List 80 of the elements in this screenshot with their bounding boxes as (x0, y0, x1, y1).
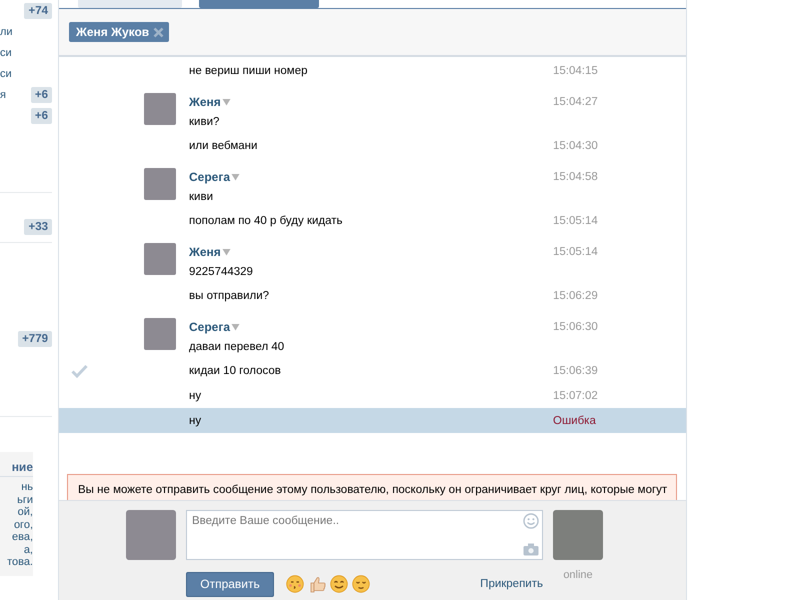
message-row[interactable]: Женя киви? 15:04:27 (59, 83, 686, 133)
error-status: Ошибка (553, 414, 597, 428)
message-row[interactable]: кидаи 10 голосов 15:06:39 (59, 358, 686, 383)
block-text-line: а, (22, 544, 33, 556)
tab[interactable] (199, 0, 319, 8)
avatar-photo[interactable] (553, 510, 603, 560)
kiss-face-icon[interactable] (286, 575, 304, 593)
smiling-face-icon[interactable] (330, 575, 348, 593)
message-time: 15:04:58 (553, 170, 599, 185)
message-row[interactable]: вы отправили? 15:06:29 (59, 283, 686, 308)
avatar-photo[interactable] (144, 93, 176, 125)
message-row[interactable]: Серега киви 15:04:58 (59, 158, 686, 208)
message-time: 15:07:02 (553, 388, 599, 404)
caret-icon (222, 248, 231, 256)
avatar-photo (126, 510, 176, 560)
block-text-line: ева, (10, 531, 33, 544)
thumbs-up-icon[interactable] (308, 575, 326, 593)
counter-badge: +74 (24, 2, 52, 18)
online-status: online (562, 569, 594, 583)
caret-icon (231, 173, 240, 181)
block-text-line: ого, (12, 518, 33, 531)
counter-badge: +33 (24, 218, 52, 234)
message-text: кидаи 10 голосов (189, 364, 282, 378)
message-time: 15:04:15 (553, 64, 599, 78)
menu-link[interactable]: си (0, 68, 12, 80)
message-row[interactable]: не вериш пиши номер 15:04:15 (59, 58, 686, 83)
message-text: киви? (189, 115, 220, 130)
message-row[interactable]: Женя 9225744329 15:05:14 (59, 233, 686, 283)
avatar-photo[interactable] (144, 243, 176, 275)
block-text-line: нь (20, 481, 33, 494)
message-time: 15:05:14 (553, 245, 599, 260)
camera-icon[interactable] (523, 543, 539, 556)
smiley-icon[interactable] (523, 513, 539, 529)
message-text: вы отправили? (189, 288, 270, 304)
message-row[interactable]: или вебмани 15:04:30 (59, 133, 686, 158)
message-time: 15:04:30 (553, 138, 599, 154)
block-title: ние (0, 460, 33, 477)
avatar-photo[interactable] (144, 168, 176, 200)
message-time: 15:06:30 (553, 320, 599, 335)
sender-name[interactable]: Серега (189, 170, 230, 184)
message-text: киви (189, 190, 214, 205)
sender-name[interactable]: Серега (189, 320, 230, 334)
tab[interactable] (78, 0, 182, 8)
close-icon[interactable] (153, 26, 164, 38)
avatar-photo[interactable] (144, 318, 176, 350)
message-row[interactable]: ну 15:07:02 (59, 383, 686, 408)
counter-badge: +6 (30, 86, 52, 102)
message-text: ну (189, 388, 202, 404)
relieved-face-icon[interactable] (352, 575, 370, 593)
message-text: или вебмани (189, 138, 258, 154)
menu-link[interactable]: я (0, 88, 6, 100)
message-text: ну (189, 414, 202, 428)
message-time: 15:06:39 (553, 364, 599, 378)
message-time: 15:05:14 (553, 214, 599, 228)
block-text-line: ьги (16, 494, 33, 506)
recipient-name: Женя Жуков (76, 25, 150, 39)
counter-badge: +779 (18, 330, 52, 346)
message-input[interactable]: Введите Ваше сообщение.. (186, 510, 543, 560)
caret-icon (222, 98, 231, 106)
message-time: 15:04:27 (553, 95, 599, 110)
counter-badge: +6 (30, 108, 52, 124)
message-text: 9225744329 (189, 265, 254, 280)
send-button[interactable]: Отправить (186, 572, 274, 596)
message-row[interactable]: Серега даваи перевел 40 15:06:30 (59, 308, 686, 358)
message-text: не вериш пиши номер (189, 64, 308, 78)
attach-link[interactable]: Прикрепить (480, 578, 543, 590)
block-text-line: това. (6, 556, 33, 568)
message-row[interactable]: ну Ошибка (59, 408, 686, 433)
caret-icon (231, 323, 240, 331)
message-text: пополам по 40 р буду кидать (189, 214, 344, 228)
message-text: даваи перевел 40 (189, 340, 286, 355)
menu-link[interactable]: ли (0, 26, 13, 38)
menu-link[interactable]: си (0, 46, 12, 58)
block-text-line: ой, (16, 506, 33, 518)
recipient-chip[interactable]: Женя Жуков (69, 22, 170, 42)
message-time: 15:06:29 (553, 288, 599, 304)
warning-message: Вы не можете отправить сообщение этому пользователю, поскольку он ограничивает круг лиц, которые могут (67, 474, 677, 500)
sender-name[interactable]: Женя (189, 245, 221, 259)
message-row[interactable]: пополам по 40 р буду кидать 15:05:14 (59, 208, 686, 233)
sender-name[interactable]: Женя (189, 95, 221, 109)
